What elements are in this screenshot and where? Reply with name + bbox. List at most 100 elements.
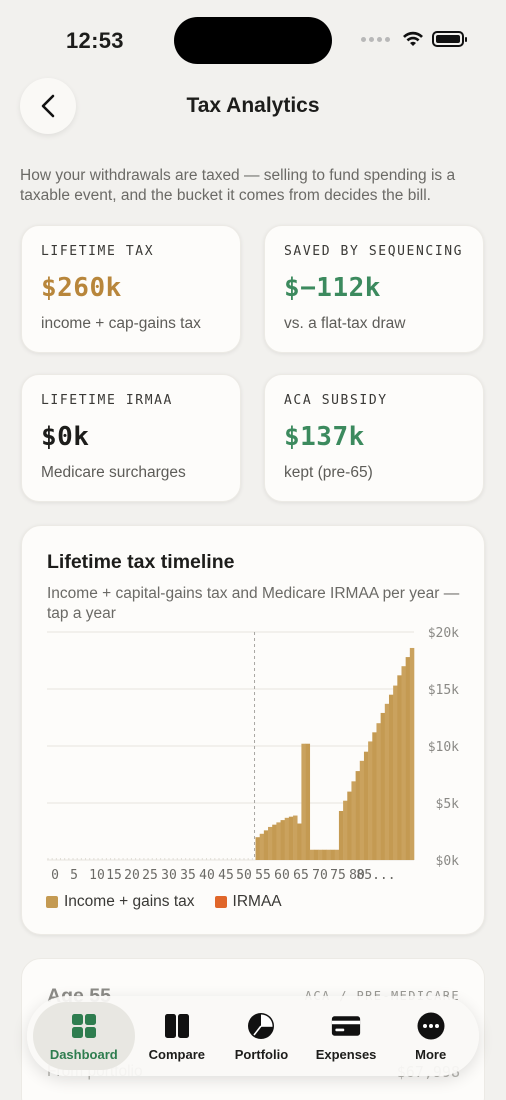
columns-icon [164, 1013, 189, 1038]
bar-income-gains-tax [380, 712, 386, 860]
bar-income-gains-tax [313, 849, 319, 860]
stat-card-saved-by-sequencing[interactable]: SAVED BY SEQUENCING $−112k vs. a flat-ta… [264, 225, 484, 353]
bar-income-gains-tax [401, 666, 406, 860]
legend-item-tax: Income + gains tax [46, 893, 195, 911]
x-tick-label: 30 [161, 868, 177, 883]
bar-income-gains-tax [326, 849, 331, 860]
stat-card-aca-subsidy[interactable]: ACA SUBSIDY $137k kept (pre-65) [264, 374, 484, 502]
bar-income-gains-tax [388, 694, 394, 860]
x-tick-label: 35 [180, 868, 196, 883]
tab-dashboard[interactable]: Dashboard [33, 1002, 135, 1070]
bar-income-gains-tax [347, 791, 352, 860]
bar-income-gains-tax [268, 826, 273, 860]
legend-label-tax: Income + gains tax [64, 893, 195, 910]
x-tick-label: 85... [356, 868, 395, 883]
tab-label: Portfolio [234, 1046, 289, 1062]
bar-income-gains-tax [309, 849, 315, 860]
chart-legend: Income + gains tax IRMAA [46, 893, 282, 911]
x-tick-label: 60 [274, 868, 290, 883]
tab-bar: Dashboard Compare Portfolio Expenses Mor… [27, 996, 479, 1076]
bar-income-gains-tax [288, 816, 294, 860]
bar-income-gains-tax [255, 837, 260, 860]
intro-text: How your withdrawals are taxed — selling… [20, 167, 456, 204]
status-bar: 12:53 [0, 0, 506, 80]
stat-card-lifetime-tax[interactable]: LIFETIME TAX $260k income + cap-gains ta… [21, 225, 241, 353]
credit-card-icon [331, 1015, 361, 1036]
tab-more[interactable]: More [388, 1002, 473, 1070]
tab-expenses[interactable]: Expenses [304, 1002, 389, 1070]
bar-income-gains-tax [272, 824, 277, 860]
legend-swatch-irmaa [214, 896, 227, 908]
status-time: 12:53 [66, 28, 124, 53]
signal-icon [361, 36, 390, 42]
x-tick-label: 25 [142, 868, 158, 883]
stat-value: $0k [41, 422, 90, 452]
grid-icon [71, 1013, 96, 1038]
dynamic-island [174, 17, 332, 64]
x-tick-label: 10 [89, 868, 105, 883]
bar-income-gains-tax [338, 810, 344, 860]
stat-value: $−112k [284, 273, 381, 303]
bar-income-gains-tax [276, 822, 281, 860]
bar-income-gains-tax [351, 781, 356, 860]
pie-chart-icon [248, 1012, 275, 1039]
bar-income-gains-tax [284, 817, 290, 860]
tab-label: More [415, 1046, 447, 1062]
bar-income-gains-tax [301, 743, 306, 860]
status-icons [361, 31, 467, 47]
bar-income-gains-tax [409, 647, 415, 860]
y-tick-label: $20k [428, 626, 459, 641]
bar-income-gains-tax [376, 723, 381, 860]
x-tick-label: 15 [106, 868, 122, 883]
tab-portfolio[interactable]: Portfolio [219, 1002, 304, 1070]
bar-income-gains-tax [297, 823, 302, 860]
bar-income-gains-tax [280, 820, 286, 860]
bar-income-gains-tax [397, 675, 402, 860]
bar-income-gains-tax [263, 830, 269, 860]
legend-swatch-tax [46, 896, 58, 908]
stat-sub: vs. a flat-tax draw [284, 315, 406, 332]
bar-income-gains-tax [355, 771, 361, 860]
stat-sub: income + cap-gains tax [41, 315, 201, 332]
wifi-icon [403, 31, 423, 46]
tab-compare[interactable]: Compare [135, 1002, 220, 1070]
legend-item-irmaa: IRMAA [214, 893, 282, 911]
y-tick-label: $10k [428, 740, 459, 755]
stat-label: SAVED BY SEQUENCING [284, 244, 464, 259]
y-tick-label: $0k [436, 854, 460, 869]
x-tick-label: 40 [199, 868, 215, 883]
x-tick-label: 5 [70, 868, 78, 883]
stat-card-lifetime-irmaa[interactable]: LIFETIME IRMAA $0k Medicare surcharges [21, 374, 241, 502]
bar-income-gains-tax [405, 657, 411, 860]
tab-label: Expenses [315, 1046, 377, 1062]
tab-label: Dashboard [49, 1046, 118, 1062]
x-tick-label: 65 [293, 868, 309, 883]
tax-timeline-card: Lifetime tax timeline Income + capital-g… [21, 525, 485, 935]
bar-income-gains-tax [318, 849, 323, 860]
bar-income-gains-tax [343, 800, 348, 860]
bar-income-gains-tax [359, 760, 365, 860]
battery-icon [432, 31, 467, 47]
bar-income-gains-tax [372, 732, 377, 860]
stat-sub: kept (pre-65) [284, 464, 373, 481]
bar-income-gains-tax [322, 849, 327, 860]
stat-sub: Medicare surcharges [41, 464, 186, 481]
x-tick-label: 0 [51, 868, 59, 883]
bar-income-gains-tax [384, 703, 390, 860]
bar-income-gains-tax [305, 743, 311, 860]
legend-label-irmaa: IRMAA [232, 893, 282, 910]
x-tick-label: 50 [236, 868, 252, 883]
stat-value: $137k [284, 422, 365, 452]
stat-label: LIFETIME IRMAA [41, 393, 173, 408]
x-tick-label: 55 [255, 868, 271, 883]
x-tick-label: 70 [312, 868, 328, 883]
x-tick-label: 45 [218, 868, 234, 883]
y-tick-label: $15k [428, 683, 459, 698]
bar-income-gains-tax [330, 849, 336, 860]
bar-income-gains-tax [293, 815, 298, 860]
tax-timeline-chart[interactable]: $20k $15k $10k $5k $0k 0 5 10 15 20 25 30 35 40 45 50 55… [22, 526, 486, 886]
page-title: Tax Analytics [186, 94, 320, 117]
more-icon [417, 1012, 445, 1039]
y-tick-label: $5k [436, 797, 460, 812]
stat-label: LIFETIME TAX [41, 244, 155, 259]
